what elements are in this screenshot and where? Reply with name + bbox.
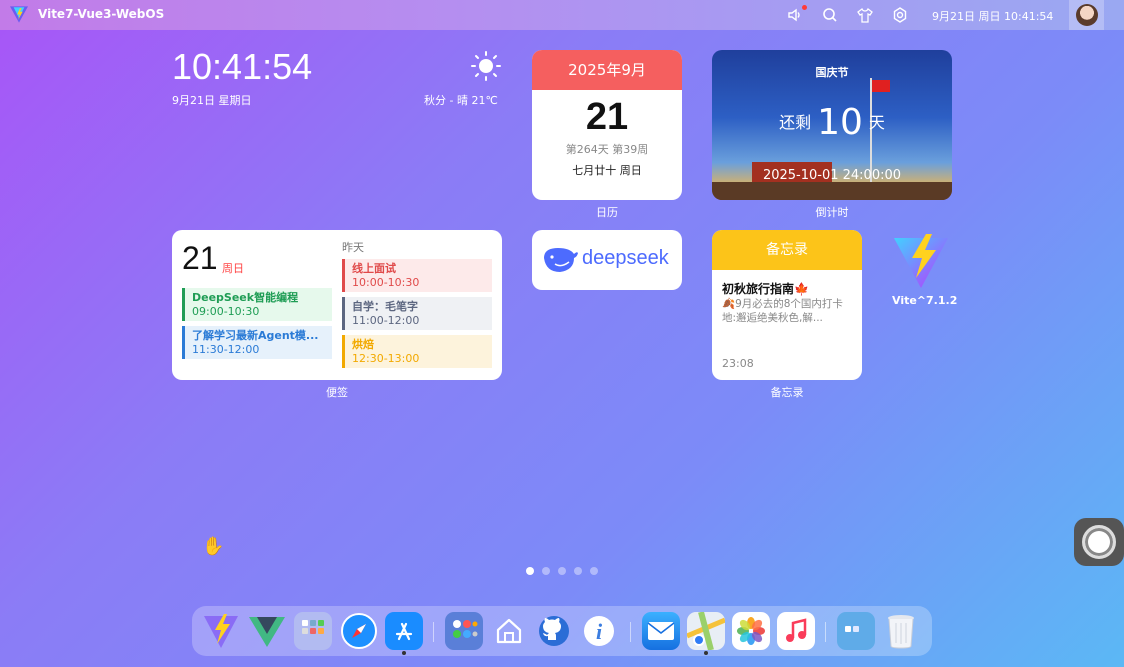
deepseek-text: deepseek	[582, 247, 669, 269]
vite-desktop-icon[interactable]	[892, 232, 950, 290]
menu-clock[interactable]: 9月21日 周日 10:41:54	[932, 8, 1053, 24]
dock-separator	[825, 622, 826, 642]
maps-app-icon[interactable]	[687, 612, 725, 650]
dock-separator	[630, 622, 631, 642]
clock-date: 9月21日 星期日	[172, 94, 252, 107]
photos-app-icon[interactable]	[732, 612, 770, 650]
ground-image	[712, 182, 952, 200]
page-dot[interactable]	[526, 567, 534, 575]
dock-separator	[433, 622, 434, 642]
avatar-image	[1075, 4, 1098, 26]
event-time: 12:30-13:00	[352, 352, 420, 365]
settings-icon[interactable]	[891, 6, 909, 24]
page-dot[interactable]	[542, 567, 550, 575]
safari-app-icon[interactable]	[340, 612, 378, 650]
running-indicator	[402, 651, 406, 655]
countdown-remaining: 还剩 10 天	[712, 102, 952, 143]
home-app-icon[interactable]	[490, 612, 528, 650]
schedule-event[interactable]: 自学：毛笔字 11:00-12:00	[342, 297, 492, 330]
event-title: 自学：毛笔字	[352, 300, 418, 313]
calendar-widget[interactable]: 2025年9月 21 第264天 第39周 七月廿十 周日	[532, 50, 682, 200]
assistive-touch-button[interactable]	[1074, 518, 1124, 566]
event-title: 烘焙	[352, 338, 374, 351]
vue-app-icon[interactable]	[248, 612, 286, 650]
top-menu-bar: Vite7-Vue3-WebOS 9月21日 周日 10:41:54	[0, 0, 1124, 30]
mail-app-icon[interactable]	[642, 612, 680, 650]
page-dot[interactable]	[590, 567, 598, 575]
event-time: 10:00-10:30	[352, 276, 420, 289]
countdown-target-date: 2025-10-01 24:00:00	[762, 168, 902, 183]
countdown-suffix: 天	[868, 113, 885, 132]
volume-icon[interactable]	[786, 6, 804, 24]
memo-body: 🍂9月必去的8个国内打卡地:邂逅绝美秋色,解...	[722, 298, 843, 324]
music-app-icon[interactable]	[777, 612, 815, 650]
page-dot[interactable]	[558, 567, 566, 575]
countdown-widget[interactable]: 国庆节 还剩 10 天 2025-10-01 24:00:00	[712, 50, 952, 200]
page-dot[interactable]	[574, 567, 582, 575]
schedule-event[interactable]: 烘焙 12:30-13:00	[342, 335, 492, 368]
schedule-widget[interactable]: 21 周日 昨天 DeepSeek智能编程 09:00-10:30 了解学习最新…	[172, 230, 502, 380]
search-icon[interactable]	[821, 6, 839, 24]
deepseek-whale-icon	[544, 248, 578, 272]
schedule-yesterday-label: 昨天	[342, 241, 364, 254]
calendar-month: 2025年9月	[532, 50, 682, 90]
event-title: 线上面试	[352, 262, 396, 275]
app-folder-icon[interactable]	[294, 612, 332, 650]
github-app-icon[interactable]	[535, 612, 573, 650]
countdown-title: 国庆节	[815, 66, 849, 79]
event-time: 11:00-12:00	[352, 314, 420, 327]
schedule-event[interactable]: DeepSeek智能编程 09:00-10:30	[182, 288, 332, 321]
countdown-label: 倒计时	[815, 206, 849, 219]
assistive-ring-icon	[1082, 525, 1116, 559]
running-indicator	[704, 651, 708, 655]
schedule-day: 21	[182, 240, 218, 276]
schedule-event[interactable]: 线上面试 10:00-10:30	[342, 259, 492, 292]
apps-grid-icon[interactable]	[445, 612, 483, 650]
shirt-icon[interactable]	[856, 6, 874, 24]
countdown-prefix: 还剩	[779, 113, 812, 132]
vite-desktop-label: Vite^7.1.2	[892, 294, 958, 307]
event-time: 11:30-12:00	[192, 343, 260, 356]
hand-cursor-icon: ✋	[202, 536, 225, 557]
flag-icon	[872, 80, 890, 92]
memo-title: 初秋旅行指南🍁	[722, 282, 809, 296]
app-store-icon[interactable]	[385, 612, 423, 650]
vite-app-icon[interactable]	[202, 612, 240, 650]
memo-widget[interactable]: 备忘录 初秋旅行指南🍁 🍂9月必去的8个国内打卡地:邂逅绝美秋色,解... 23…	[712, 230, 862, 380]
schedule-event[interactable]: 了解学习最新Agent模... 11:30-12:00	[182, 326, 332, 359]
user-avatar[interactable]	[1069, 0, 1104, 30]
weather-text: 秋分 - 晴 21℃	[424, 94, 498, 107]
schedule-label: 便签	[326, 386, 348, 399]
calendar-day-of-year: 第264天 第39周	[565, 143, 649, 156]
schedule-weekday: 周日	[222, 262, 244, 275]
notification-dot	[802, 5, 807, 10]
trash-icon[interactable]	[882, 612, 920, 650]
calendar-label: 日历	[596, 206, 618, 219]
memo-label: 备忘录	[770, 386, 804, 399]
memo-header: 备忘录	[712, 230, 862, 270]
info-app-icon[interactable]: i	[580, 612, 618, 650]
sun-icon	[471, 51, 501, 81]
event-time: 09:00-10:30	[192, 305, 260, 318]
clock-time: 10:41:54	[172, 46, 313, 87]
deepseek-widget[interactable]: deepseek	[532, 230, 682, 290]
calendar-day: 21	[585, 96, 629, 138]
svg-text:i: i	[596, 619, 603, 644]
app-title: Vite7-Vue3-WebOS	[38, 7, 165, 21]
calendar-lunar: 七月廿十 周日	[572, 164, 642, 177]
vite-logo-icon[interactable]	[10, 6, 28, 23]
event-title: DeepSeek智能编程	[192, 291, 299, 304]
countdown-days: 10	[817, 102, 863, 143]
memo-time: 23:08	[722, 357, 754, 370]
folder-app-icon[interactable]	[837, 612, 875, 650]
event-title: 了解学习最新Agent模...	[192, 329, 319, 342]
